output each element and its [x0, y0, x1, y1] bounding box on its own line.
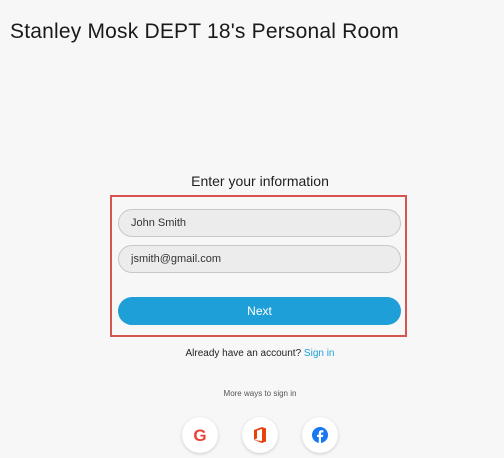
email-field[interactable]	[118, 245, 401, 273]
google-signin-button[interactable]: G	[182, 417, 218, 453]
sign-in-link[interactable]: Sign in	[304, 348, 335, 359]
next-button[interactable]: Next	[118, 297, 401, 325]
form-heading: Enter your information	[191, 173, 329, 189]
page-title: Stanley Mosk DEPT 18's Personal Room	[10, 20, 399, 43]
facebook-icon	[312, 427, 328, 443]
name-field[interactable]	[118, 209, 401, 237]
office-icon	[254, 427, 266, 443]
account-prompt: Already have an account?	[185, 348, 302, 359]
facebook-signin-button[interactable]	[302, 417, 338, 453]
google-icon: G	[193, 425, 207, 445]
social-signin-row: G	[180, 417, 340, 453]
account-line: Already have an account? Sign in	[110, 348, 410, 359]
more-ways-label: More ways to sign in	[223, 389, 297, 398]
office-signin-button[interactable]	[242, 417, 278, 453]
